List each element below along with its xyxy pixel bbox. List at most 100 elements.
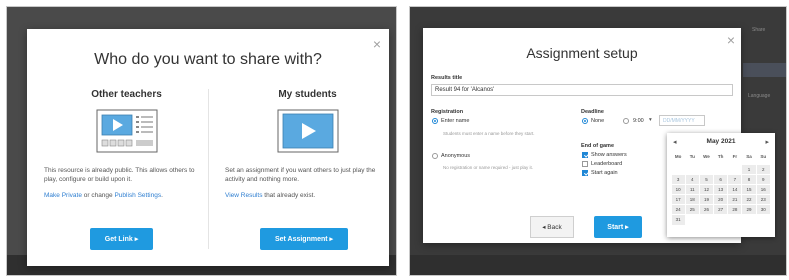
weekday-label: Th [717,154,724,159]
deadline-time[interactable]: 9:00 [633,118,644,124]
calendar-day[interactable]: 14 [728,184,742,195]
weekday-label: Tu [689,154,695,159]
calendar-day[interactable]: 15 [742,184,756,195]
teachers-heading: Other teachers [91,89,162,100]
calendar-day[interactable]: 10 [671,184,685,195]
calendar-weekday-row: Mo Tu We Th Fr Sa Su [671,154,770,159]
results-title-label: Results title [431,75,463,81]
calendar-day[interactable]: 30 [756,205,770,215]
registration-label: Registration [431,109,464,115]
make-private-link[interactable]: Make Private [44,192,82,199]
calendar-day[interactable]: 31 [671,215,685,225]
column-divider [208,89,209,249]
calendar-day[interactable]: 28 [728,205,742,215]
start-again-label: Start again [591,170,618,176]
dialog-title: Who do you want to share with? [94,51,322,68]
calendar-empty-cell [700,165,713,174]
dialog-title: Assignment setup [526,45,638,61]
anonymous-hint: No registration or name required - just … [443,165,534,170]
calendar-empty-cell [714,165,727,174]
enter-name-hint: Students must enter a name before they s… [443,131,535,136]
anonymous-label: Anonymous [441,153,471,159]
calendar-header: ◂ May 2021 ▸ [667,138,775,148]
weekday-label: Sa [746,154,752,159]
time-dropdown-chevron-down-icon[interactable]: ▾ [649,117,652,123]
deadline-none-radio[interactable] [582,118,588,124]
calendar-day[interactable]: 2 [756,164,770,174]
share-dialog: × Who do you want to share with? Other t… [27,29,389,266]
deadline-date-input[interactable]: DD/MM/YYYY [659,115,705,126]
back-button[interactable]: ◂ Back [530,216,574,238]
calendar-day[interactable]: 25 [685,205,699,215]
anonymous-radio[interactable] [432,153,438,159]
enter-name-radio[interactable] [432,118,438,124]
calendar-day[interactable]: 5 [699,174,714,184]
calendar-day[interactable]: 22 [742,195,756,205]
start-button[interactable]: Start ▸ [594,216,642,238]
calendar-days-grid: 1 2 3 4 5 6 7 8 9 10 11 12 13 14 15 16 17 18 19 20 21 22 23 24 2… [671,164,770,225]
teachers-column: Other teachers This resource is already … [44,89,209,199]
calendar-day[interactable]: 1 [742,164,756,174]
results-title-input[interactable]: Result 94 for 'Alcanos' [431,84,733,96]
calendar-day[interactable]: 11 [685,184,699,195]
calendar-day[interactable]: 20 [714,195,728,205]
calendar-day[interactable]: 16 [756,184,770,195]
students-column: My students Set an assignment if you wan… [225,89,390,199]
students-illustration-icon [276,108,340,154]
background-text-fragment: Language [748,93,771,99]
deadline-date-radio[interactable] [623,118,629,124]
calendar-day[interactable]: 21 [728,195,742,205]
calendar-empty-cell [672,165,685,174]
next-month-icon[interactable]: ▸ [765,138,769,146]
or-change-text: or change [81,192,115,199]
view-results-link[interactable]: View Results [225,192,262,199]
weekday-label: Fr [732,154,738,159]
teachers-links: Make Private or change Publish Settings. [44,192,209,199]
end-of-game-label: End of game [581,143,615,149]
start-again-checkbox[interactable] [582,170,588,176]
teachers-description: This resource is already public. This al… [44,167,195,183]
show-answers-label: Show answers [591,152,627,158]
calendar-day[interactable]: 7 [728,174,742,184]
weekday-label: Su [760,154,767,159]
calendar-empty-cell [728,165,741,174]
deadline-label: Deadline [581,109,604,115]
calendar-day[interactable]: 23 [756,195,770,205]
calendar-day[interactable]: 3 [671,174,685,184]
calendar-day[interactable]: 4 [685,174,699,184]
date-picker-calendar: ◂ May 2021 ▸ Mo Tu We Th Fr Sa Su 1 2 3 4 5 6 7 8 9 10 1… [667,133,775,237]
teachers-illustration-icon [95,108,159,154]
share-screenshot-panel: × Who do you want to share with? Other t… [6,6,397,276]
weekday-label: We [703,154,710,159]
leaderboard-checkbox[interactable] [582,161,588,167]
calendar-day[interactable]: 29 [742,205,756,215]
calendar-day[interactable]: 12 [699,184,714,195]
calendar-day[interactable]: 6 [714,174,728,184]
background-text-fragment: Share [752,27,766,33]
set-assignment-button[interactable]: Set Assignment ▸ [260,228,348,250]
get-link-button[interactable]: Get Link ▸ [90,228,153,250]
calendar-day[interactable]: 8 [742,174,756,184]
exist-text: that already exist. [262,192,316,199]
leaderboard-label: Leaderboard [591,161,623,167]
calendar-empty-cell [686,165,699,174]
enter-name-label: Enter name [441,118,470,124]
calendar-day[interactable]: 27 [714,205,728,215]
calendar-day[interactable]: 13 [714,184,728,195]
calendar-day[interactable]: 26 [699,205,714,215]
close-icon[interactable]: × [373,37,381,51]
students-links: View Results that already exist. [225,192,390,199]
deadline-none-label: None [591,118,605,124]
assignment-screenshot-panel: Share Language × Assignment setup Result… [409,6,787,276]
weekday-label: Mo [674,154,682,159]
calendar-day[interactable]: 18 [685,195,699,205]
calendar-day[interactable]: 17 [671,195,685,205]
students-heading: My students [278,89,337,100]
background-sidebar-highlight [743,63,786,77]
calendar-day[interactable]: 24 [671,205,685,215]
period-text: . [161,192,163,199]
calendar-day[interactable]: 19 [699,195,714,205]
calendar-day[interactable]: 9 [756,174,770,184]
publish-settings-link[interactable]: Publish Settings [114,192,161,199]
show-answers-checkbox[interactable] [582,152,588,158]
